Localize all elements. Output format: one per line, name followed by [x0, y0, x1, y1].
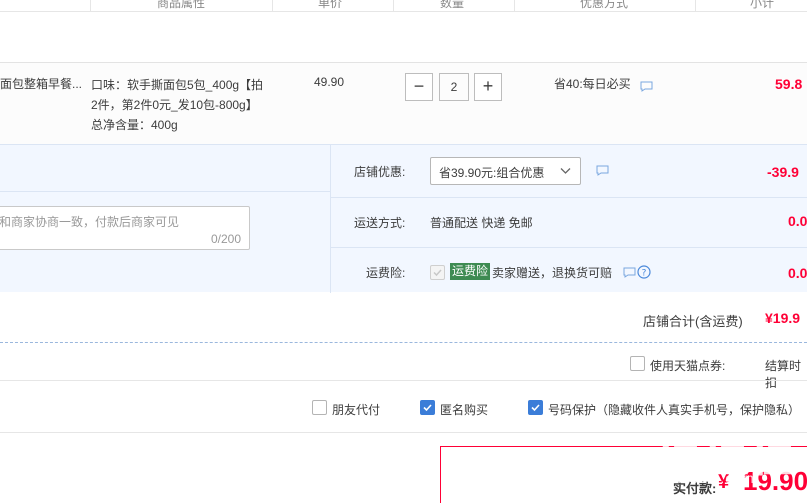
chat-bubble-icon[interactable]: [623, 267, 636, 278]
quantity-minus-button[interactable]: −: [405, 73, 433, 101]
coupon-deduct-note: 结算时扣: [765, 359, 802, 390]
checkmark-icon: [531, 404, 540, 412]
chevron-down-icon: [560, 168, 571, 174]
item-promo: 省40:每日必买: [554, 77, 631, 91]
item-attr-line: 总净含量：400g: [91, 118, 178, 132]
quantity-plus-button[interactable]: +: [474, 73, 502, 101]
item-subtotal: 59.8: [775, 76, 803, 92]
item-price: 49.90: [314, 75, 345, 89]
insurance-description: 卖家赠送，退换货可赔: [492, 266, 613, 280]
item-title[interactable]: 面包整箱早餐...: [0, 75, 88, 92]
friend-pay-checkbox[interactable]: [312, 400, 327, 415]
chat-bubble-icon[interactable]: [640, 81, 653, 92]
header-col-promo: 优惠方式: [580, 0, 629, 10]
shop-discount-label: 店铺优惠:: [354, 165, 406, 179]
coupon-checkbox[interactable]: [630, 356, 645, 371]
item-attr-line: 口味：软手撕面包5包_400g【拍: [91, 78, 264, 92]
shipping-method: 普通配送 快递 免邮: [430, 216, 533, 230]
insurance-checkbox[interactable]: [430, 265, 445, 280]
phone-protect-checkbox[interactable]: [528, 400, 543, 415]
checkmark-icon: [423, 404, 432, 412]
shipping-amount: 0.0: [788, 213, 807, 229]
message-char-count: 0/200: [210, 232, 241, 246]
header-col-qty: 数量: [440, 0, 465, 10]
phone-protect-label: 号码保护（隐藏收件人真实手机号，保护隐私）: [548, 403, 801, 417]
watermark-glyph: 值: [752, 432, 796, 481]
shop-total-label: 店铺合计(含运费): [643, 314, 743, 329]
checkmark-icon: [433, 269, 442, 277]
table-header: 商品属性 单价 数量 优惠方式 小计: [0, 0, 807, 12]
coupon-label: 使用天猫点券:: [650, 359, 726, 373]
header-col-subtotal: 小计: [750, 0, 775, 10]
insurance-label: 运费险:: [366, 266, 406, 280]
quantity-input[interactable]: 2: [439, 73, 469, 101]
anonymous-checkbox[interactable]: [420, 400, 435, 415]
header-col-price: 单价: [318, 0, 343, 10]
item-attr-line: 2件，第2件0元_发10包-800g】: [91, 98, 258, 112]
shop-total-value: ¥19.9: [765, 310, 801, 326]
chat-bubble-icon[interactable]: [596, 165, 609, 176]
message-to-seller-field[interactable]: 和商家协商一致，付款后商家可见 0/200: [0, 206, 250, 250]
shop-discount-amount: -39.9: [767, 164, 799, 180]
anonymous-label: 匿名购买: [440, 403, 489, 417]
question-icon[interactable]: ?: [637, 265, 651, 279]
svg-text:?: ?: [642, 269, 647, 279]
message-placeholder: 和商家协商一致，付款后商家可见: [0, 215, 180, 229]
shop-discount-value: 省39.90元:组合优惠: [439, 166, 545, 180]
watermark-url: zhidezhi.com: [661, 470, 755, 486]
insurance-tag: 运费险: [450, 263, 491, 280]
item-attributes: 口味：软手撕面包5包_400g【拍 2件，第2件0元_发10包-800g】 总净…: [91, 75, 263, 135]
header-col-attr: 商品属性: [157, 0, 206, 10]
shop-discount-select[interactable]: 省39.90元:组合优惠: [430, 157, 581, 185]
insurance-amount: 0.0: [788, 265, 807, 281]
shipping-label: 运送方式:: [354, 216, 406, 230]
friend-pay-label: 朋友代付: [332, 403, 381, 417]
quantity-stepper: − 2 +: [405, 73, 502, 101]
